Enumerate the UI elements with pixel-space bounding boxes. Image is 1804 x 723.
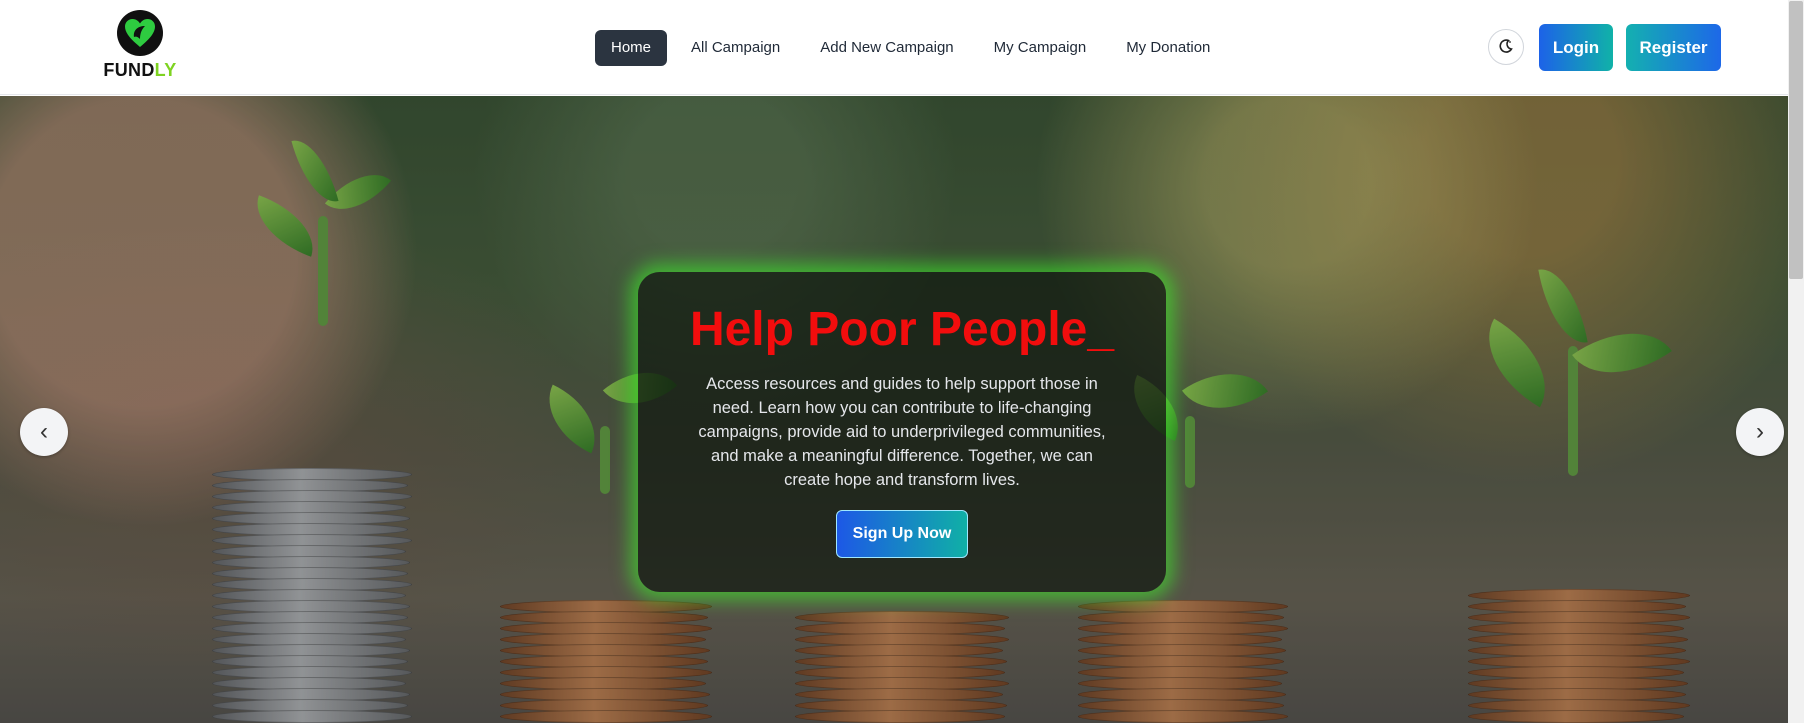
brand-name: FUNDLY	[103, 60, 177, 80]
hero-title: Help Poor People_	[689, 303, 1115, 356]
hero-description: Access resources and guides to help supp…	[698, 375, 1106, 489]
nav-my-campaign[interactable]: My Campaign	[978, 30, 1103, 66]
heart-icon	[117, 10, 163, 56]
moon-icon	[1498, 38, 1514, 57]
nav-add-new-campaign[interactable]: Add New Campaign	[804, 30, 969, 66]
carousel-next-button[interactable]: ›	[1736, 408, 1784, 456]
register-button[interactable]: Register	[1626, 24, 1721, 71]
carousel-prev-button[interactable]: ‹	[20, 408, 68, 456]
nav-my-donation[interactable]: My Donation	[1110, 30, 1226, 66]
theme-toggle-button[interactable]	[1488, 29, 1524, 65]
scrollbar-thumb[interactable]	[1789, 1, 1803, 279]
sign-up-now-button[interactable]: Sign Up Now	[836, 510, 968, 558]
brand-logo[interactable]: FUNDLY	[102, 10, 178, 84]
nav-all-campaign[interactable]: All Campaign	[675, 30, 796, 66]
main-nav: Home All Campaign Add New Campaign My Ca…	[595, 30, 1234, 66]
navbar: FUNDLY Home All Campaign Add New Campaig…	[0, 0, 1788, 95]
login-button[interactable]: Login	[1539, 24, 1613, 71]
hero-card: Help Poor People_ Access resources and g…	[638, 272, 1166, 592]
nav-home[interactable]: Home	[595, 30, 668, 66]
hero-carousel: ‹ › Help Poor People_ Access resources a…	[0, 96, 1788, 723]
